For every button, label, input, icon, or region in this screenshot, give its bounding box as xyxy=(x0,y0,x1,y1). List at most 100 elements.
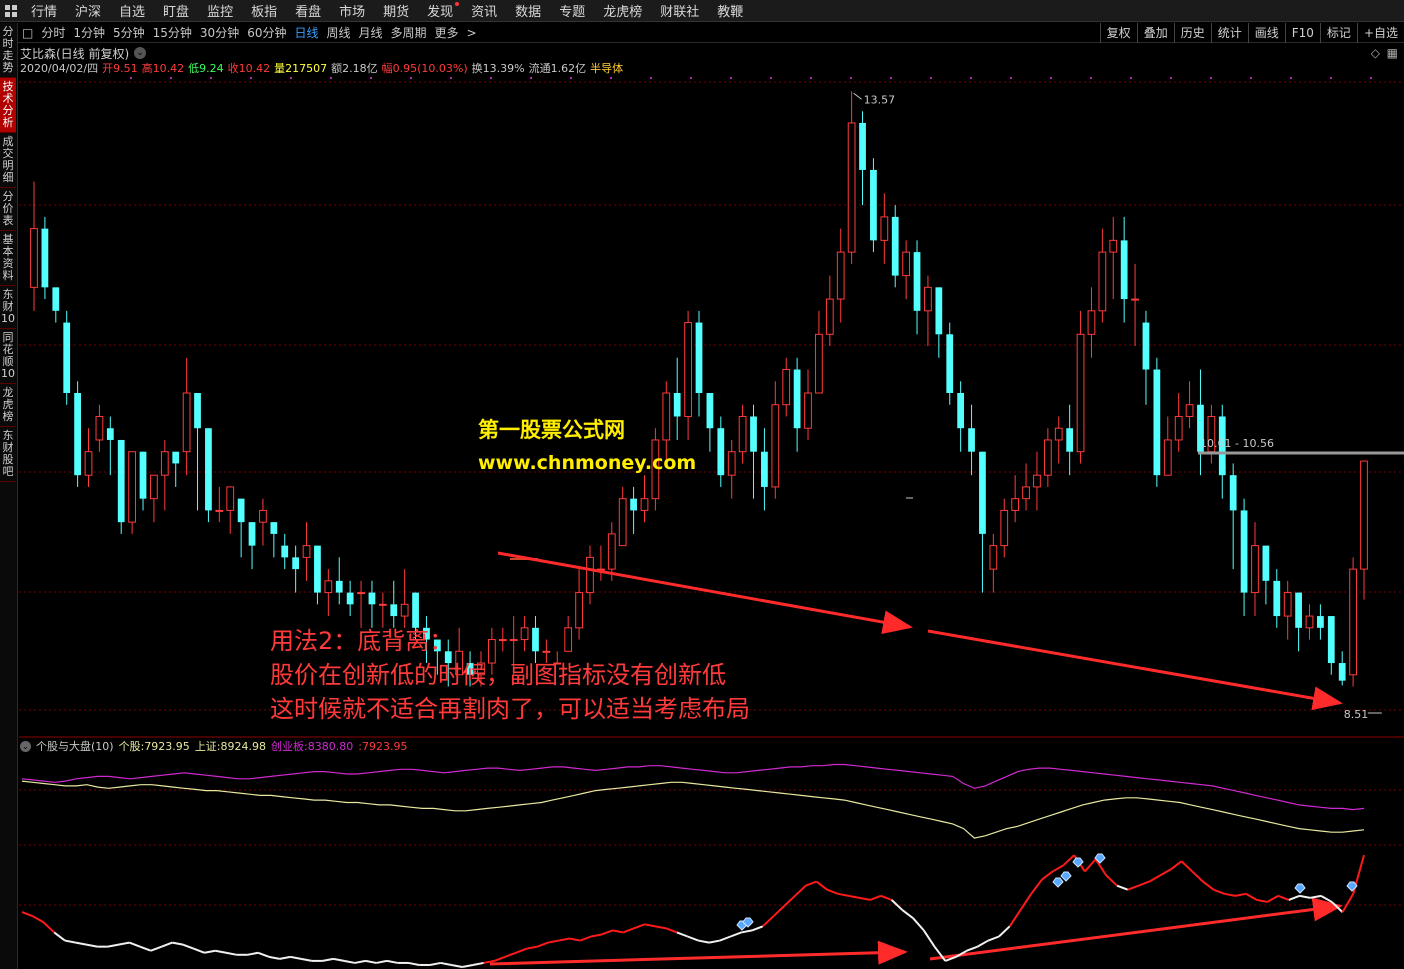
nav-item[interactable]: 监控 xyxy=(198,1,242,20)
nav-item[interactable]: 行情 xyxy=(22,1,66,20)
turnover-label: 换 xyxy=(471,62,483,75)
candle-body xyxy=(226,486,235,511)
sidebar-tab[interactable]: 成交明细 xyxy=(0,133,16,188)
candle-body xyxy=(727,451,736,476)
nav-item[interactable]: 盯盘 xyxy=(154,1,198,20)
watermark-line2: www.chnmoney.com xyxy=(478,452,697,474)
oscillator-segment xyxy=(859,896,871,901)
oscillator-segment xyxy=(1191,870,1204,883)
sidebar-tab[interactable]: 技术分析 xyxy=(0,78,16,133)
low-price-label: 8.51 xyxy=(1344,708,1369,721)
toolbar-button[interactable]: 画线 xyxy=(1247,23,1285,43)
oscillator-segment xyxy=(257,951,270,958)
top-marker xyxy=(170,77,172,79)
candle-body xyxy=(1033,474,1041,488)
volume-value: 217507 xyxy=(285,62,328,75)
toolbar-button[interactable]: 叠加 xyxy=(1136,23,1174,43)
oscillator-segment xyxy=(118,941,130,946)
indicator-settings-icon[interactable]: ⌄ xyxy=(20,740,31,752)
period-tab[interactable]: 5分钟 xyxy=(109,24,149,41)
grid-small-icon[interactable]: ▦ xyxy=(1387,46,1398,60)
close-label: 收 xyxy=(227,62,239,75)
toolbar-button[interactable]: F10 xyxy=(1284,23,1320,43)
diamond-signal-icon xyxy=(1060,871,1072,882)
nav-item[interactable]: 期货 xyxy=(374,1,418,20)
chevron-down-icon[interactable]: ⌄ xyxy=(134,47,147,59)
candle-body xyxy=(302,545,311,558)
oscillator-segment xyxy=(225,951,237,956)
period-tab[interactable]: 多周期 xyxy=(387,24,431,41)
sidebar-tab[interactable]: 东财股吧 xyxy=(0,427,16,482)
nav-item[interactable]: 沪深 xyxy=(66,1,110,20)
oscillator-segment xyxy=(698,939,710,944)
nav-item[interactable]: 看盘 xyxy=(286,1,330,20)
sidebar-tab[interactable]: 龙虎榜 xyxy=(0,384,16,427)
diamond-signal-icon xyxy=(1294,883,1306,894)
toolbar-button[interactable]: +自选 xyxy=(1356,23,1404,43)
period-tab[interactable]: 月线 xyxy=(355,24,387,41)
nav-item[interactable]: 资讯 xyxy=(462,1,506,20)
sidebar-tab[interactable]: 东财10 xyxy=(0,286,16,329)
nav-item[interactable]: 数据 xyxy=(506,1,550,20)
nav-item[interactable]: 发现 xyxy=(418,1,462,20)
note-line-3: 这时候就不适合再割肉了，可以适当考虑布局 xyxy=(270,695,750,723)
toolbar-button[interactable]: 标记 xyxy=(1319,23,1357,43)
nav-item[interactable]: 龙虎榜 xyxy=(594,1,651,20)
period-tab[interactable]: 15分钟 xyxy=(149,24,196,41)
period-tab[interactable]: 分时 xyxy=(37,24,69,41)
oscillator-segment xyxy=(1084,858,1097,873)
oscillator-segment xyxy=(451,963,463,968)
period-tab[interactable]: 周线 xyxy=(323,24,355,41)
oscillator-segment xyxy=(922,929,936,948)
oscillator-segment xyxy=(429,961,441,966)
period-tab[interactable]: 1分钟 xyxy=(69,24,109,41)
nav-item[interactable]: 教鞭 xyxy=(708,1,752,20)
main-chart-area[interactable]: 13.57 8.51 10.61 - 10.56 xyxy=(0,0,1404,969)
sidebar-tab[interactable]: 分时走势 xyxy=(0,23,16,78)
period-tab[interactable]: 日线 xyxy=(290,24,322,41)
top-marker xyxy=(1250,77,1252,79)
toolbar-button[interactable]: 复权 xyxy=(1099,23,1137,43)
layout-toggle-icon[interactable]: □ xyxy=(18,26,37,40)
period-tab[interactable]: 30分钟 xyxy=(196,24,243,41)
sector-link[interactable]: 半导体 xyxy=(590,60,623,75)
period-tab[interactable]: 更多 xyxy=(431,24,463,41)
oscillator-segment xyxy=(300,957,313,962)
sidebar-tab[interactable]: 分价表 xyxy=(0,188,16,231)
nav-item[interactable]: 专题 xyxy=(550,1,594,20)
candle-body xyxy=(673,393,681,417)
nav-item[interactable]: 板指 xyxy=(242,1,286,20)
diamond-icon[interactable]: ◇ xyxy=(1371,46,1380,60)
top-marker xyxy=(650,77,652,79)
menu-grid-icon[interactable] xyxy=(0,0,22,22)
sidebar-tab[interactable]: 同花顺10 xyxy=(0,329,16,384)
candle-body xyxy=(782,369,791,406)
candle-body xyxy=(1240,510,1248,593)
period-tab[interactable]: 60分钟 xyxy=(243,24,290,41)
toolbar-button[interactable]: 统计 xyxy=(1210,23,1248,43)
nav-item[interactable]: 市场 xyxy=(330,1,374,20)
oscillator-segment xyxy=(676,931,688,938)
oscillator-segment xyxy=(655,925,667,930)
oscillator-segment xyxy=(472,961,484,966)
candle-body xyxy=(270,522,278,534)
candle-body xyxy=(1087,310,1096,335)
toolbar-button[interactable]: 历史 xyxy=(1173,23,1211,43)
candle-body xyxy=(738,415,747,453)
candle-body xyxy=(717,428,725,476)
nav-item[interactable]: 自选 xyxy=(110,1,154,20)
nav-item[interactable]: 财联社 xyxy=(651,1,708,20)
candle-body xyxy=(412,592,419,628)
chevron-right-icon[interactable]: > xyxy=(463,26,481,40)
oscillator-segment xyxy=(494,955,506,962)
oscillator-segment xyxy=(129,941,141,948)
sidebar-tab[interactable]: 基本资料 xyxy=(0,231,16,286)
oscillator-segment xyxy=(42,921,55,934)
oscillator-segment xyxy=(1266,894,1279,903)
amount-label: 额 xyxy=(331,62,343,75)
oscillator-segment xyxy=(333,957,345,962)
quote-date: 2020/04/02/四 xyxy=(20,62,99,75)
candle-body xyxy=(160,451,169,476)
notification-dot-icon xyxy=(455,2,460,6)
candle-body xyxy=(979,451,986,534)
